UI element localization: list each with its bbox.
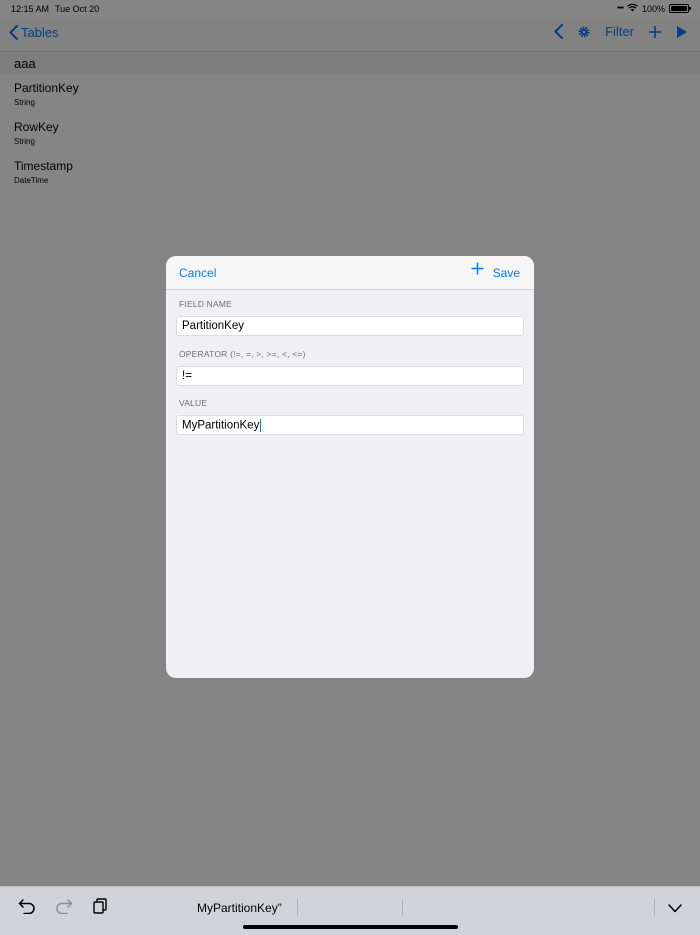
value-value: MyPartitionKey — [182, 419, 260, 432]
value-label: VALUE — [179, 398, 208, 408]
undo-icon — [18, 899, 35, 915]
field-name-label: FIELD NAME — [179, 299, 233, 309]
undo-button[interactable] — [18, 898, 36, 919]
save-button[interactable]: Save — [493, 266, 520, 280]
operator-value: != — [182, 370, 192, 382]
redo-icon — [56, 899, 73, 915]
dismiss-keyboard-button[interactable] — [668, 900, 682, 918]
home-indicator[interactable] — [243, 925, 458, 929]
suggestion-divider — [297, 899, 298, 916]
text-caret — [260, 419, 262, 432]
value-input[interactable]: MyPartitionKey — [176, 415, 524, 435]
suggestion-divider — [402, 899, 403, 916]
paste-button[interactable] — [93, 898, 107, 919]
plus-icon — [471, 262, 484, 275]
field-name-input[interactable]: PartitionKey — [176, 316, 524, 336]
suggestion-divider — [654, 899, 655, 916]
app-screen: 12:15 AM Tue Oct 20 •••• 100% Tables Fil… — [0, 0, 700, 935]
operator-input[interactable]: != — [176, 366, 524, 386]
autocorrect-suggestion[interactable]: MyPartitionKey” — [197, 901, 282, 915]
paste-icon — [93, 898, 107, 914]
field-name-value: PartitionKey — [182, 320, 245, 332]
add-condition-button[interactable] — [471, 262, 484, 280]
dismiss-keyboard-icon — [668, 904, 682, 913]
cancel-button[interactable]: Cancel — [179, 266, 216, 280]
operator-label: OPERATOR (!=, =, >, >=, <, <=) — [179, 349, 306, 359]
modal-header: Cancel Save — [166, 256, 534, 290]
filter-modal: Cancel Save FIELD NAME PartitionKey OPER… — [166, 256, 534, 678]
redo-button[interactable] — [55, 898, 73, 919]
